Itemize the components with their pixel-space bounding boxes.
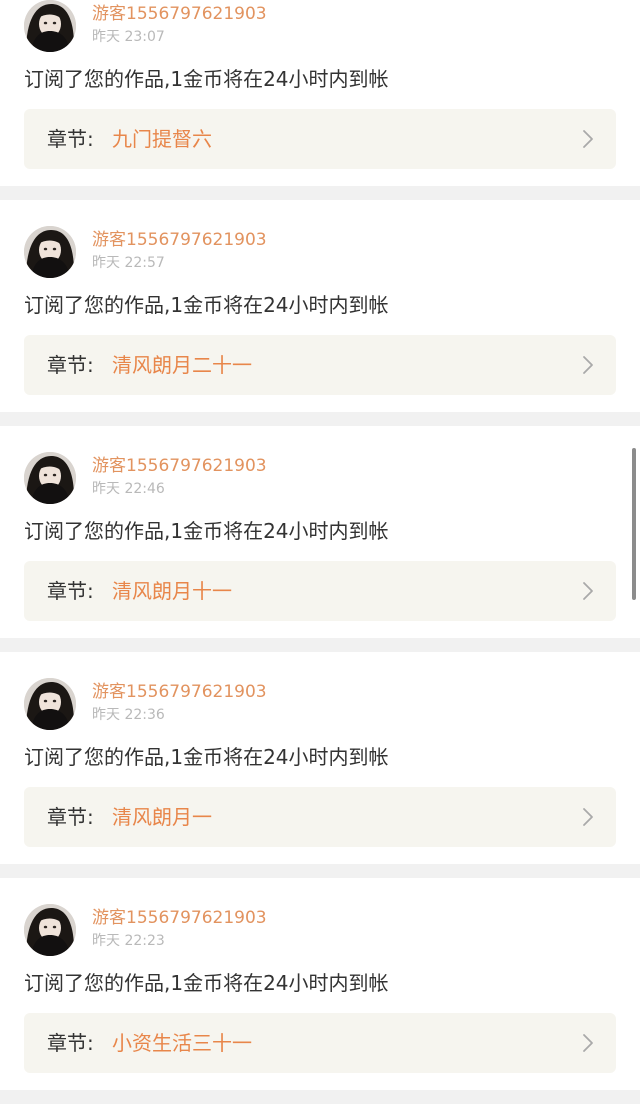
chapter-title: 九门提督六	[112, 127, 212, 151]
chevron-right-icon	[583, 582, 593, 600]
avatar[interactable]	[24, 452, 76, 504]
chevron-right-icon	[583, 130, 593, 148]
timestamp: 昨天 23:07	[92, 29, 165, 45]
avatar-image	[24, 452, 76, 504]
chapter-label: 章节:	[47, 1031, 94, 1055]
avatar-image	[24, 0, 76, 52]
avatar[interactable]	[24, 0, 76, 52]
username[interactable]: 游客1556797621903	[92, 681, 267, 703]
username[interactable]: 游客1556797621903	[92, 229, 267, 251]
avatar[interactable]	[24, 904, 76, 956]
chevron-right-icon	[583, 808, 593, 826]
chapter-title: 清风朗月一	[112, 805, 212, 829]
timestamp: 昨天 22:36	[92, 707, 165, 723]
chapter-title: 小资生活三十一	[112, 1031, 252, 1055]
chapter-label: 章节:	[47, 805, 94, 829]
timestamp: 昨天 22:46	[92, 481, 165, 497]
notification-card: 游客1556797621903 昨天 23:07 订阅了您的作品,1金币将在24…	[0, 0, 640, 186]
notification-message: 订阅了您的作品,1金币将在24小时内到帐	[24, 67, 389, 91]
notification-card: 游客1556797621903 昨天 22:57 订阅了您的作品,1金币将在24…	[0, 200, 640, 412]
username[interactable]: 游客1556797621903	[92, 455, 267, 477]
chapter-link[interactable]: 章节: 清风朗月一	[24, 787, 616, 847]
notification-message: 订阅了您的作品,1金币将在24小时内到帐	[24, 519, 389, 543]
chevron-right-icon	[583, 1034, 593, 1052]
chapter-link[interactable]: 章节: 清风朗月二十一	[24, 335, 616, 395]
notification-message: 订阅了您的作品,1金币将在24小时内到帐	[24, 971, 389, 995]
avatar-image	[24, 226, 76, 278]
chapter-label: 章节:	[47, 127, 94, 151]
chapter-title: 清风朗月十一	[112, 579, 232, 603]
scrollbar[interactable]	[632, 448, 636, 600]
avatar-image	[24, 678, 76, 730]
chapter-link[interactable]: 章节: 小资生活三十一	[24, 1013, 616, 1073]
chapter-link[interactable]: 章节: 清风朗月十一	[24, 561, 616, 621]
username[interactable]: 游客1556797621903	[92, 3, 267, 25]
chapter-label: 章节:	[47, 579, 94, 603]
chapter-label: 章节:	[47, 353, 94, 377]
avatar[interactable]	[24, 678, 76, 730]
notification-card: 游客1556797621903 昨天 22:36 订阅了您的作品,1金币将在24…	[0, 652, 640, 864]
notification-message: 订阅了您的作品,1金币将在24小时内到帐	[24, 293, 389, 317]
chevron-right-icon	[583, 356, 593, 374]
notification-card: 游客1556797621903 昨天 22:46 订阅了您的作品,1金币将在24…	[0, 426, 640, 638]
avatar-image	[24, 904, 76, 956]
timestamp: 昨天 22:23	[92, 933, 165, 949]
username[interactable]: 游客1556797621903	[92, 907, 267, 929]
notification-card: 游客1556797621903 昨天 22:23 订阅了您的作品,1金币将在24…	[0, 878, 640, 1090]
avatar[interactable]	[24, 226, 76, 278]
notification-feed: 游客1556797621903 昨天 23:07 订阅了您的作品,1金币将在24…	[0, 0, 640, 1104]
chapter-link[interactable]: 章节: 九门提督六	[24, 109, 616, 169]
chapter-title: 清风朗月二十一	[112, 353, 252, 377]
notification-message: 订阅了您的作品,1金币将在24小时内到帐	[24, 745, 389, 769]
timestamp: 昨天 22:57	[92, 255, 165, 271]
